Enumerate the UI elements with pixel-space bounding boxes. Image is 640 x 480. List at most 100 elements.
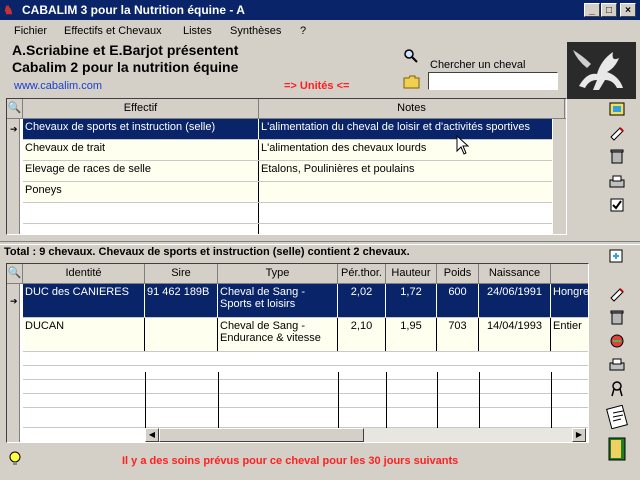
cell-extra: Entier bbox=[553, 320, 582, 332]
horse-grid: 🔍 Identité Sire Type Pér.thor. Hauteur P… bbox=[6, 263, 589, 443]
trash-horse-icon[interactable] bbox=[606, 308, 628, 328]
magnifier-icon[interactable] bbox=[403, 48, 419, 64]
empty-row bbox=[23, 203, 566, 224]
row-indicator-column bbox=[7, 284, 20, 442]
cell-identite: DUC des CANIERES bbox=[23, 284, 145, 317]
header-line-1: A.Scriabine et E.Barjot présentent bbox=[12, 42, 239, 58]
cell-extra: Hongre bbox=[553, 286, 589, 298]
move-horse-icon[interactable] bbox=[606, 332, 628, 352]
cell-sire: 91 462 189B bbox=[145, 284, 218, 317]
column-header-extra[interactable] bbox=[551, 264, 588, 284]
menu-bar: Fichier Effectifs et Chevaux Listes Synt… bbox=[0, 22, 640, 40]
edit-horse-icon[interactable] bbox=[606, 284, 628, 304]
column-header-identite[interactable]: Identité bbox=[23, 264, 145, 284]
units-link[interactable]: => Unités <= bbox=[284, 80, 349, 92]
trash-icon[interactable] bbox=[606, 147, 628, 167]
checkbox-icon[interactable] bbox=[606, 197, 628, 217]
cell-type-line2: Sports et loisirs bbox=[220, 298, 296, 310]
maximize-button[interactable]: □ bbox=[601, 3, 617, 17]
cell-effectif: Chevaux de trait bbox=[23, 140, 259, 160]
pegasus-logo bbox=[567, 42, 636, 99]
empty-cell bbox=[23, 203, 259, 223]
scrollbar-thumb[interactable] bbox=[159, 428, 364, 442]
table-row[interactable]: Elevage de races de selle Etalons, Pouli… bbox=[23, 161, 566, 182]
column-divider bbox=[145, 372, 146, 428]
column-divider bbox=[479, 372, 480, 428]
cell-notes: L'alimentation des chevaux lourds bbox=[261, 142, 427, 154]
mouse-cursor-icon bbox=[456, 134, 470, 158]
column-divider bbox=[437, 372, 438, 428]
print-horse-icon[interactable] bbox=[606, 356, 628, 376]
grid-search-icon[interactable]: 🔍 bbox=[7, 99, 23, 119]
effectif-vertical-scrollbar[interactable] bbox=[552, 119, 566, 234]
cell-sire bbox=[145, 318, 218, 351]
column-header-perthor[interactable]: Pér.thor. bbox=[338, 264, 386, 284]
empty-row bbox=[23, 366, 588, 380]
column-header-poids[interactable]: Poids bbox=[437, 264, 479, 284]
add-effectif-icon[interactable] bbox=[606, 100, 628, 120]
empty-row bbox=[23, 224, 566, 234]
row-indicator-column bbox=[7, 119, 20, 234]
care-alert: Il y a des soins prévus pour ce cheval p… bbox=[122, 455, 459, 467]
cell-notes: L'alimentation du cheval de loisir et d'… bbox=[261, 121, 530, 133]
effectif-grid-header: 🔍 Effectif Notes bbox=[7, 99, 566, 119]
menu-help[interactable]: ? bbox=[300, 25, 306, 37]
table-row[interactable]: Poneys bbox=[23, 182, 566, 203]
menu-listes[interactable]: Listes bbox=[183, 25, 212, 37]
grid-search-icon[interactable]: 🔍 bbox=[7, 264, 23, 284]
table-row[interactable]: Chevaux de sports et instruction (selle)… bbox=[23, 119, 566, 140]
horse-horizontal-scrollbar[interactable]: ◀ ▶ bbox=[145, 428, 586, 442]
edit-effectif-icon[interactable] bbox=[606, 123, 628, 143]
column-header-type[interactable]: Type bbox=[218, 264, 338, 284]
table-row[interactable]: DUCAN Cheval de Sang - Endurance & vites… bbox=[23, 318, 588, 352]
cell-hauteur: 1,72 bbox=[386, 284, 437, 317]
scroll-right-arrow-icon[interactable]: ▶ bbox=[572, 428, 586, 442]
column-header-hauteur[interactable]: Hauteur bbox=[386, 264, 437, 284]
scroll-left-arrow-icon[interactable]: ◀ bbox=[145, 428, 159, 442]
lightbulb-icon bbox=[8, 451, 22, 467]
column-header-notes[interactable]: Notes bbox=[259, 99, 565, 119]
cell-notes bbox=[259, 182, 566, 202]
table-row[interactable]: Chevaux de trait L'alimentation des chev… bbox=[23, 140, 566, 161]
column-header-naissance[interactable]: Naissance bbox=[479, 264, 551, 284]
ribbon-icon[interactable] bbox=[606, 380, 628, 400]
cell-effectif: Poneys bbox=[23, 182, 259, 202]
cell-poids: 703 bbox=[437, 318, 479, 351]
table-row[interactable]: DUC des CANIERES 91 462 189B Cheval de S… bbox=[23, 284, 589, 318]
minimize-button[interactable]: _ bbox=[584, 3, 600, 17]
search-horse-input[interactable] bbox=[428, 72, 558, 90]
column-divider bbox=[386, 372, 387, 428]
menu-fichier[interactable]: Fichier bbox=[14, 25, 47, 37]
splitter[interactable] bbox=[0, 241, 640, 245]
cell-type-line2: Endurance & vitesse bbox=[220, 332, 321, 344]
cell-type-line1: Cheval de Sang - bbox=[220, 286, 305, 298]
website-link[interactable]: www.cabalim.com bbox=[14, 80, 102, 92]
cell-type-line1: Cheval de Sang - bbox=[220, 320, 305, 332]
close-button[interactable]: × bbox=[620, 3, 636, 17]
exit-door-icon[interactable] bbox=[606, 436, 628, 464]
cell-effectif: Chevaux de sports et instruction (selle) bbox=[23, 119, 259, 139]
column-divider bbox=[218, 372, 219, 428]
folder-icon[interactable] bbox=[403, 74, 421, 90]
cell-hauteur: 1,95 bbox=[386, 318, 437, 351]
current-row-arrow-icon: ➔ bbox=[10, 296, 18, 306]
cell-perthor: 2,02 bbox=[338, 284, 386, 317]
column-header-effectif[interactable]: Effectif bbox=[23, 99, 259, 119]
empty-cell bbox=[23, 224, 259, 234]
notes-icon[interactable] bbox=[602, 404, 632, 431]
column-header-sire[interactable]: Sire bbox=[145, 264, 218, 284]
add-horse-icon[interactable] bbox=[606, 248, 628, 268]
empty-row bbox=[23, 380, 588, 394]
menu-syntheses[interactable]: Synthèses bbox=[230, 25, 281, 37]
cell-identite: DUCAN bbox=[23, 318, 145, 351]
cell-notes: Etalons, Poulinières et poulains bbox=[261, 163, 415, 175]
horse-icon: ♞ bbox=[3, 3, 14, 17]
print-icon[interactable] bbox=[606, 173, 628, 193]
horse-grid-header: 🔍 Identité Sire Type Pér.thor. Hauteur P… bbox=[7, 264, 588, 284]
header-line-2: Cabalim 2 pour la nutrition équine bbox=[12, 59, 239, 75]
cell-poids: 600 bbox=[437, 284, 479, 317]
title-bar: ♞ CABALIM 3 pour la Nutrition équine - A… bbox=[0, 0, 640, 20]
menu-effectifs-et-chevaux[interactable]: Effectifs et Chevaux bbox=[64, 25, 162, 37]
column-divider bbox=[338, 372, 339, 428]
total-summary: Total : 9 chevaux. Chevaux de sports et … bbox=[4, 246, 410, 258]
